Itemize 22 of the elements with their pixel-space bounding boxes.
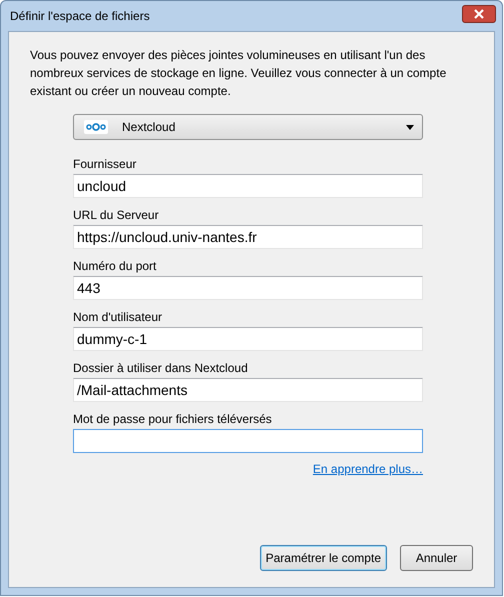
input-field[interactable] [73, 429, 423, 453]
field-label: Mot de passe pour fichiers téléversés [73, 411, 273, 428]
field-label: Dossier à utiliser dans Nextcloud [73, 360, 249, 377]
input-field[interactable]: https://uncloud.univ-nantes.fr [73, 225, 423, 249]
window-title: Définir l'espace de fichiers [10, 8, 150, 25]
close-button[interactable] [462, 5, 496, 23]
cloud-logo-icon [84, 120, 108, 134]
dialog-button[interactable]: Paramétrer le compte [260, 545, 387, 571]
field-label: Fournisseur [73, 156, 138, 173]
field-label: Nom d'utilisateur [73, 309, 163, 326]
close-icon [474, 9, 484, 19]
input-field[interactable]: uncloud [73, 174, 423, 198]
dialog-button[interactable]: Annuler [400, 545, 473, 571]
caret-icon [406, 124, 414, 130]
field-label: Numéro du port [73, 258, 158, 275]
intro-text: Vous pouvez envoyer des pièces jointes volumineuses en utilisant l'un des nombreux services de stockage en ligne. Veuillez vous connecter à un compte existant ou créer un nouveau compte. [30, 47, 448, 100]
input-field[interactable]: /Mail-attachments [73, 378, 423, 402]
learn-more-link[interactable]: En apprendre plus… [312, 460, 423, 478]
input-field[interactable]: dummy-c-1 [73, 327, 423, 351]
field-label: URL du Serveur [73, 207, 160, 224]
input-field[interactable]: 443 [73, 276, 423, 300]
provider-dropdown[interactable]: Nextcloud [73, 114, 423, 140]
